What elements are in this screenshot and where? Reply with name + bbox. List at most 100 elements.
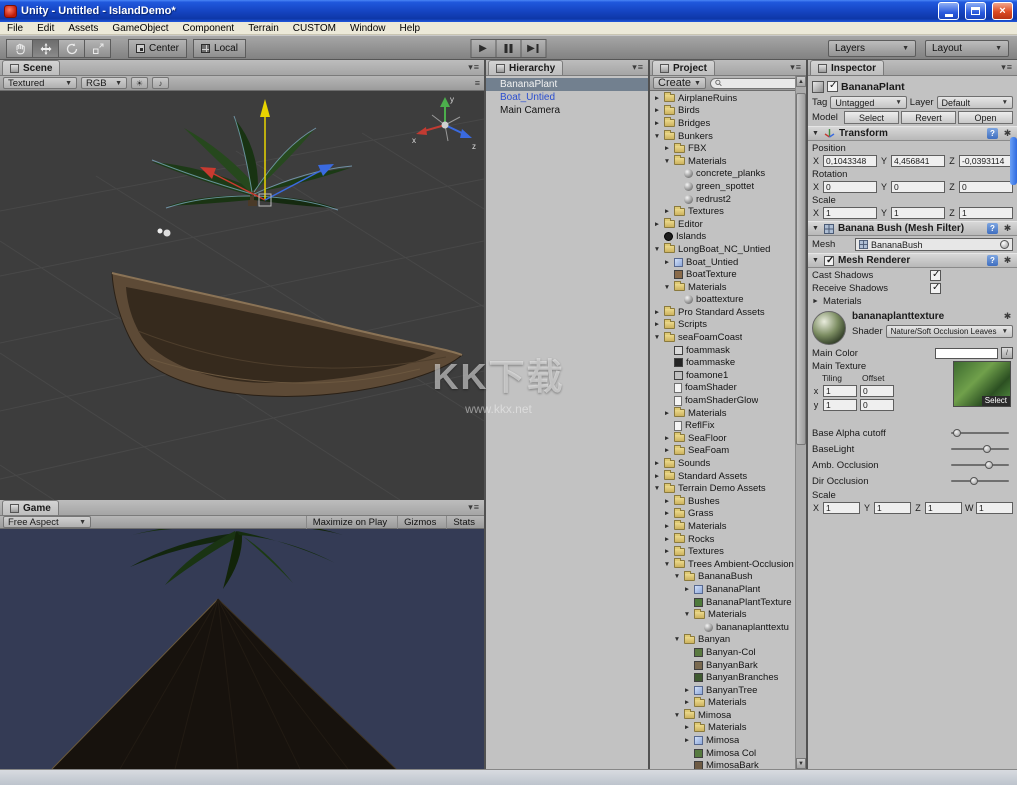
foldout-closed-icon[interactable]: ►: [683, 724, 691, 731]
project-item[interactable]: foammask: [650, 344, 795, 357]
project-item[interactable]: ►Sounds: [650, 457, 795, 470]
scrollbar-thumb[interactable]: [796, 93, 806, 445]
foldout-closed-icon[interactable]: ►: [683, 586, 691, 593]
material-scale-x-field[interactable]: 1: [823, 502, 860, 514]
mesh-object-field[interactable]: BananaBush: [855, 238, 1013, 251]
foldout-open-icon[interactable]: ▼: [683, 611, 691, 618]
foldout-open-icon[interactable]: ▼: [812, 257, 820, 264]
foldout-closed-icon[interactable]: ►: [653, 221, 661, 228]
scene-viewport[interactable]: x y z: [0, 91, 484, 500]
foldout-closed-icon[interactable]: ►: [653, 309, 661, 316]
panel-menu-icon[interactable]: ▾≡: [1001, 62, 1013, 73]
project-item[interactable]: ►Boat_Untied: [650, 256, 795, 269]
position-x-field[interactable]: 0,1043348: [823, 155, 877, 167]
project-item[interactable]: ►Birds: [650, 105, 795, 118]
scene-lighting-toggle[interactable]: ☀: [131, 77, 148, 89]
tiling-y-field[interactable]: 1: [823, 399, 857, 411]
foldout-closed-icon[interactable]: ►: [653, 473, 661, 480]
foldout-closed-icon[interactable]: ►: [663, 498, 671, 505]
maximize-on-play-button[interactable]: Maximize on Play: [306, 516, 393, 529]
pivot-center-button[interactable]: Center: [128, 39, 187, 58]
project-item[interactable]: ReflFix: [650, 419, 795, 432]
hierarchy-item[interactable]: Boat_Untied: [486, 91, 648, 104]
slider-knob[interactable]: [970, 477, 978, 485]
project-item[interactable]: ▼Materials: [650, 281, 795, 294]
mesh-filter-component-header[interactable]: ▼ Banana Bush (Mesh Filter) ? ✱: [808, 221, 1017, 236]
scroll-up-button[interactable]: ▲: [796, 76, 806, 87]
menu-edit[interactable]: Edit: [30, 22, 61, 35]
menu-assets[interactable]: Assets: [61, 22, 105, 35]
play-button[interactable]: ▶: [470, 39, 496, 58]
foldout-closed-icon[interactable]: ►: [663, 410, 671, 417]
tag-dropdown[interactable]: Untagged▼: [830, 96, 906, 109]
gizmos-button[interactable]: Gizmos: [397, 516, 442, 529]
project-item[interactable]: ▼Bunkers: [650, 130, 795, 143]
menu-help[interactable]: Help: [393, 22, 428, 35]
create-dropdown[interactable]: Create▼: [653, 77, 706, 89]
help-icon[interactable]: ?: [987, 255, 998, 266]
project-item[interactable]: MimosaBark: [650, 759, 795, 769]
slider-knob[interactable]: [953, 429, 961, 437]
rotation-x-field[interactable]: 0: [823, 181, 877, 193]
project-item[interactable]: ►Bushes: [650, 495, 795, 508]
slider-track[interactable]: [951, 480, 1009, 482]
project-item[interactable]: ►Materials: [650, 407, 795, 420]
model-open-button[interactable]: Open: [958, 111, 1013, 124]
project-item[interactable]: ►Bridges: [650, 117, 795, 130]
foldout-closed-icon[interactable]: ►: [663, 435, 671, 442]
project-item[interactable]: ►BanyanTree: [650, 684, 795, 697]
foldout-closed-icon[interactable]: ►: [683, 687, 691, 694]
tab-hierarchy[interactable]: Hierarchy: [488, 60, 563, 75]
transform-component-header[interactable]: ▼ Transform ? ✱: [808, 126, 1017, 141]
tab-inspector[interactable]: Inspector: [810, 60, 884, 75]
shader-dropdown[interactable]: Nature/Soft Occlusion Leaves▼: [886, 325, 1013, 338]
project-item[interactable]: ►Materials: [650, 697, 795, 710]
project-item[interactable]: ►FBX: [650, 142, 795, 155]
maximize-button[interactable]: [965, 2, 986, 20]
foldout-open-icon[interactable]: ▼: [653, 133, 661, 140]
tab-scene[interactable]: Scene: [2, 60, 60, 75]
project-scrollbar[interactable]: ▲ ▼: [795, 76, 806, 769]
project-item[interactable]: BanyanBranches: [650, 671, 795, 684]
project-item[interactable]: bananaplanttextu: [650, 621, 795, 634]
rotate-tool-button[interactable]: [58, 39, 85, 58]
scrollbar-track[interactable]: [796, 87, 806, 758]
foldout-closed-icon[interactable]: ►: [683, 699, 691, 706]
material-scale-y-field[interactable]: 1: [874, 502, 911, 514]
move-tool-button[interactable]: [32, 39, 59, 58]
foldout-closed-icon[interactable]: ►: [663, 536, 671, 543]
panel-menu-icon[interactable]: ▾≡: [632, 62, 644, 73]
foldout-closed-icon[interactable]: ►: [663, 208, 671, 215]
menu-file[interactable]: File: [0, 22, 30, 35]
scale-x-field[interactable]: 1: [823, 207, 877, 219]
project-item[interactable]: foamone1: [650, 369, 795, 382]
mesh-renderer-enabled-checkbox[interactable]: [824, 256, 834, 266]
foldout-open-icon[interactable]: ▼: [653, 246, 661, 253]
panel-menu-icon[interactable]: ▾≡: [468, 62, 480, 73]
help-icon[interactable]: ?: [987, 223, 998, 234]
project-item[interactable]: boattexture: [650, 294, 795, 307]
scale-tool-button[interactable]: [84, 39, 111, 58]
gear-icon[interactable]: ✱: [1002, 311, 1013, 322]
foldout-open-icon[interactable]: ▼: [812, 225, 820, 232]
hierarchy-item[interactable]: BananaPlant: [486, 78, 648, 91]
close-button[interactable]: ×: [992, 2, 1013, 20]
foldout-closed-icon[interactable]: ►: [653, 95, 661, 102]
foldout-open-icon[interactable]: ▼: [673, 573, 681, 580]
foldout-closed-icon[interactable]: ►: [663, 523, 671, 530]
search-input[interactable]: [724, 78, 798, 88]
project-item[interactable]: Mimosa Col: [650, 747, 795, 760]
material-preview-sphere[interactable]: [812, 311, 846, 345]
menu-window[interactable]: Window: [343, 22, 393, 35]
foldout-closed-icon[interactable]: ►: [653, 321, 661, 328]
menu-terrain[interactable]: Terrain: [241, 22, 286, 35]
model-revert-button[interactable]: Revert: [901, 111, 956, 124]
step-button[interactable]: ▶: [520, 39, 546, 58]
foldout-closed-icon[interactable]: ►: [663, 510, 671, 517]
foldout-closed-icon[interactable]: ►: [663, 259, 671, 266]
foldout-closed-icon[interactable]: ►: [663, 548, 671, 555]
project-item[interactable]: ▼Terrain Demo Assets: [650, 482, 795, 495]
project-item[interactable]: foammaske: [650, 356, 795, 369]
tab-project[interactable]: Project: [652, 60, 715, 75]
scale-z-field[interactable]: 1: [959, 207, 1013, 219]
